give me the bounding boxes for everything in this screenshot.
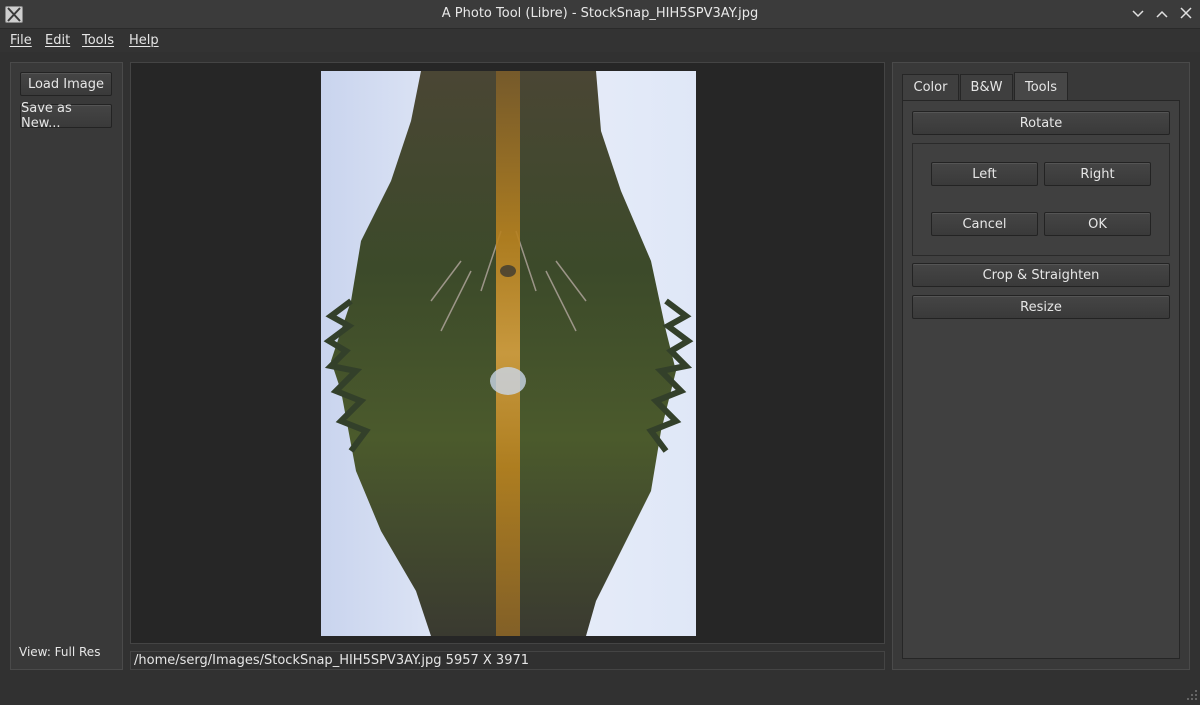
menu-file[interactable]: File xyxy=(10,33,32,48)
chevron-down-icon xyxy=(1132,7,1144,22)
ok-button[interactable]: OK xyxy=(1044,212,1151,236)
window-title: A Photo Tool (Libre) - StockSnap_HIH5SPV… xyxy=(0,6,1200,21)
rotate-options-group xyxy=(912,143,1170,256)
title-bar: A Photo Tool (Libre) - StockSnap_HIH5SPV… xyxy=(0,0,1200,29)
maximize-button[interactable] xyxy=(1152,5,1172,24)
rotate-right-button[interactable]: Right xyxy=(1044,162,1151,186)
cancel-button[interactable]: Cancel xyxy=(931,212,1038,236)
close-icon xyxy=(1180,7,1192,23)
chevron-up-icon xyxy=(1156,7,1168,22)
crop-straighten-button[interactable]: Crop & Straighten xyxy=(912,263,1170,287)
rotate-left-button[interactable]: Left xyxy=(931,162,1038,186)
resize-grip-icon[interactable] xyxy=(1186,689,1198,701)
menu-bar: File Edit Tools Help xyxy=(0,29,1200,52)
menu-edit[interactable]: Edit xyxy=(45,33,70,48)
status-bar: /home/serg/Images/StockSnap_HIH5SPV3AY.j… xyxy=(130,651,885,670)
tab-color[interactable]: Color xyxy=(902,74,959,100)
image-canvas[interactable] xyxy=(130,62,885,644)
tab-bw[interactable]: B&W xyxy=(960,74,1013,100)
load-image-button[interactable]: Load Image xyxy=(20,72,112,96)
menu-help[interactable]: Help xyxy=(129,33,159,48)
view-mode-label: View: Full Res xyxy=(19,645,100,659)
tab-tools[interactable]: Tools xyxy=(1014,72,1068,101)
close-button[interactable] xyxy=(1176,5,1196,24)
menu-tools[interactable]: Tools xyxy=(82,33,114,48)
photo-preview xyxy=(321,71,696,636)
left-panel xyxy=(10,62,123,670)
minimize-button[interactable] xyxy=(1128,5,1148,24)
rotate-button[interactable]: Rotate xyxy=(912,111,1170,135)
resize-button[interactable]: Resize xyxy=(912,295,1170,319)
save-as-new-button[interactable]: Save as New... xyxy=(20,104,112,128)
